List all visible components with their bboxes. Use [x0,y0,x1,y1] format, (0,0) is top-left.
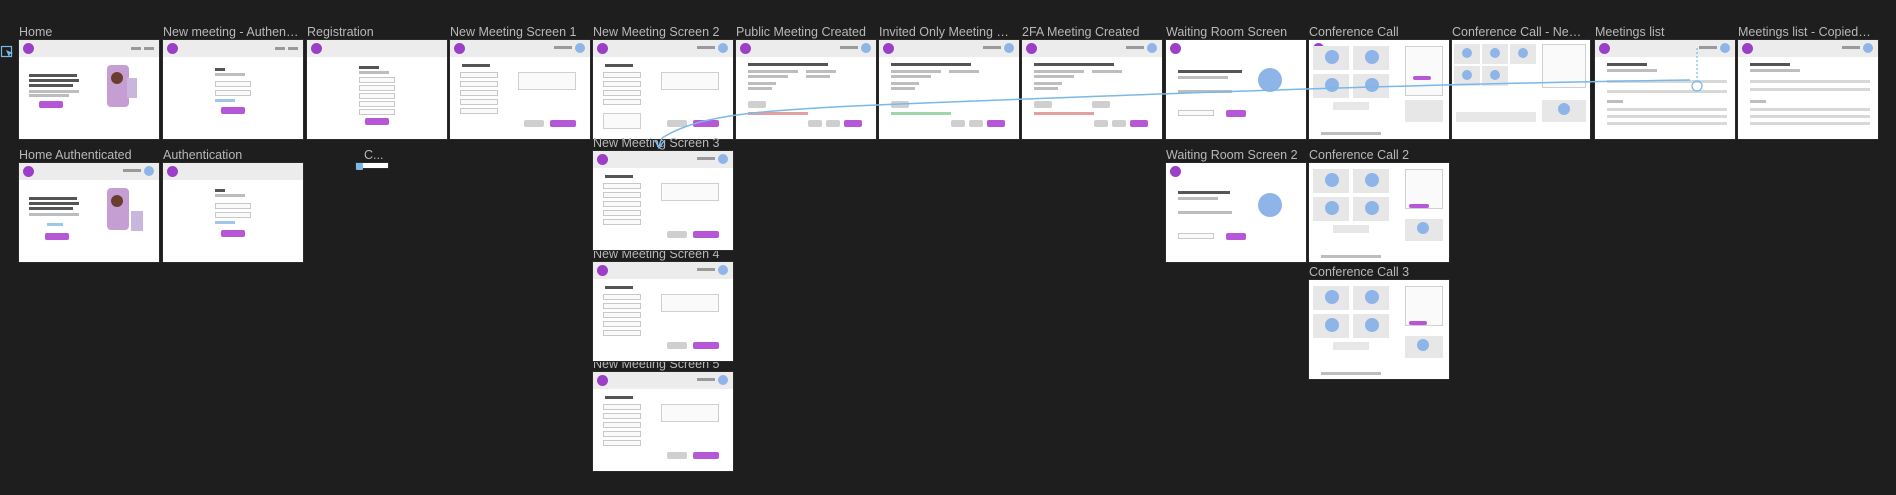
prototype-connector [654,48,1703,150]
